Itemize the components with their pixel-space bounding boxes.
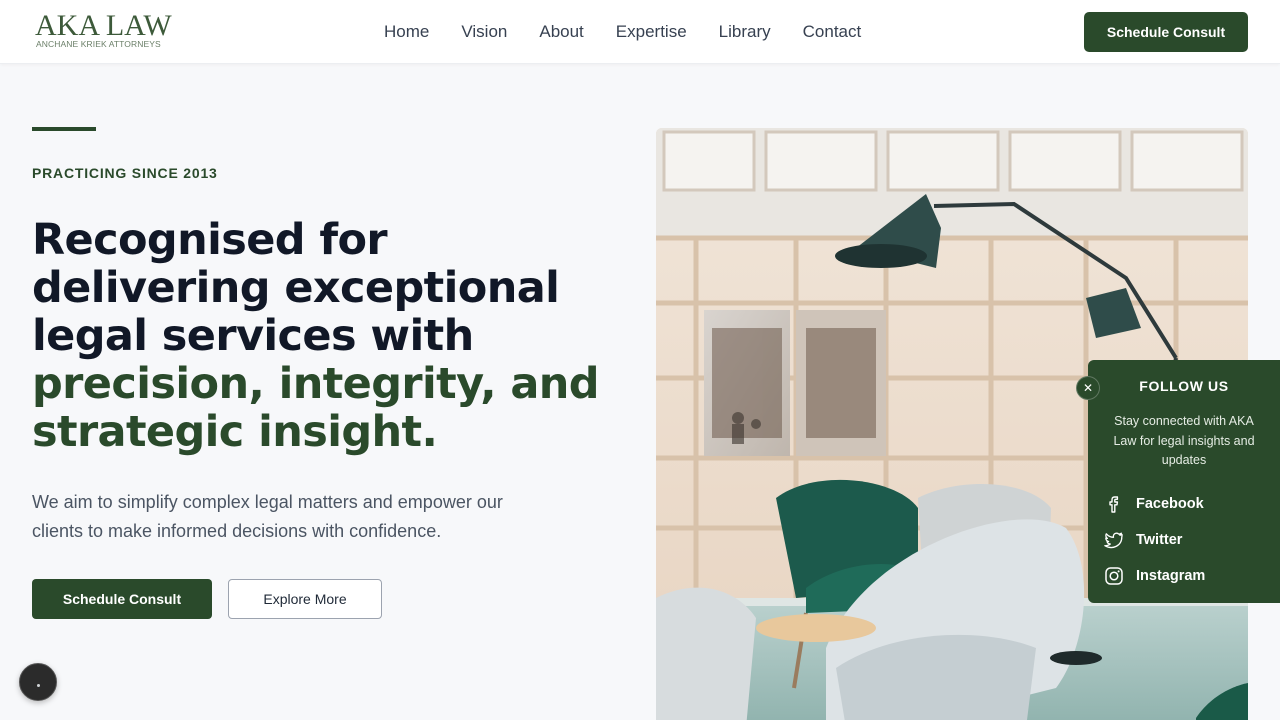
nav-item-about[interactable]: About [539,21,583,43]
social-label: Instagram [1136,568,1206,584]
explore-more-button[interactable]: Explore More [228,579,382,619]
header-schedule-consult-button[interactable]: Schedule Consult [1084,12,1248,52]
facebook-icon [1104,494,1124,514]
follow-description: Stay connected with AKA Law for legal in… [1113,414,1255,467]
hero-headline-main: Recognised for delivering exceptional le… [32,215,560,361]
logo-tagline: ANCHANE KRIEK ATTORNEYS [36,39,161,49]
nav-item-vision[interactable]: Vision [461,21,507,43]
logo-title: AKA LAW [35,9,172,42]
hero-description: We aim to simplify complex legal matters… [32,492,503,541]
social-link-facebook[interactable]: Facebook [1104,492,1274,516]
site-header: AKA LAW ANCHANE KRIEK ATTORNEYS Home Vis… [0,0,1280,64]
nav-item-library[interactable]: Library [719,21,771,43]
chat-bubble-icon[interactable] [19,663,57,701]
hero-eyebrow: PRACTICING SINCE 2013 [32,165,218,181]
hero-headline: Recognised for delivering exceptional le… [32,216,632,456]
social-label: Twitter [1136,532,1183,548]
nav-item-expertise[interactable]: Expertise [616,21,687,43]
accent-divider [32,127,96,131]
social-label: Facebook [1136,496,1204,512]
logo[interactable]: AKA LAW ANCHANE KRIEK ATTORNEYS [35,10,172,52]
hero-headline-accent: precision, integrity, and strategic insi… [32,359,600,457]
close-icon[interactable]: ✕ [1076,376,1100,400]
schedule-consult-button[interactable]: Schedule Consult [32,579,212,619]
social-link-twitter[interactable]: Twitter [1104,528,1274,552]
chat-dot [37,684,40,687]
follow-title: FOLLOW US [1139,378,1229,394]
twitter-icon [1104,530,1124,550]
main-nav: Home Vision About Expertise Library Cont… [384,21,893,43]
instagram-icon [1104,566,1124,586]
social-link-instagram[interactable]: Instagram [1104,564,1274,588]
follow-us-panel: FOLLOW US Stay connected with AKA Law fo… [1088,360,1280,603]
nav-item-home[interactable]: Home [384,21,429,43]
nav-item-contact[interactable]: Contact [803,21,862,43]
